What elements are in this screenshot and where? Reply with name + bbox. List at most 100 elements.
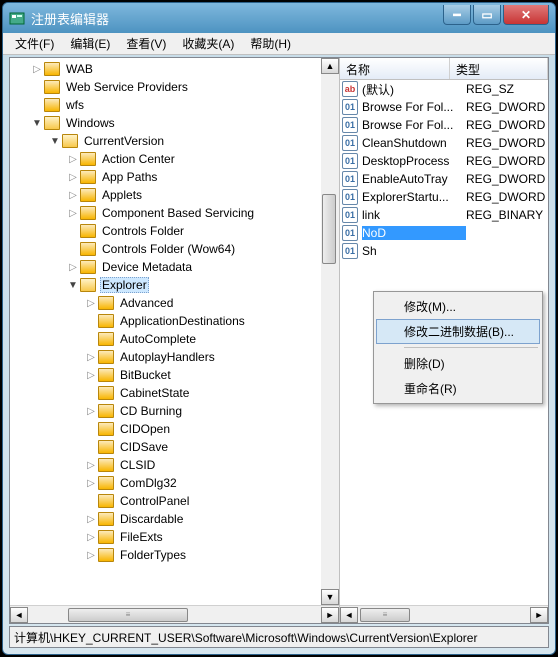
value-name: Browse For Fol... xyxy=(362,118,466,132)
ctx-delete[interactable]: 删除(D) xyxy=(376,351,540,376)
value-row[interactable]: 01DesktopProcessREG_DWORD xyxy=(340,152,548,170)
tree-node[interactable]: ▷Device Metadata xyxy=(12,258,337,276)
tree-node[interactable]: ▷CLSID xyxy=(12,456,337,474)
tree-node[interactable]: ▷Discardable xyxy=(12,510,337,528)
value-name: Browse For Fol... xyxy=(362,100,466,114)
value-row[interactable]: 01CleanShutdownREG_DWORD xyxy=(340,134,548,152)
tree-node[interactable]: ▷App Paths xyxy=(12,168,337,186)
tree-node[interactable]: CIDSave xyxy=(12,438,337,456)
expander-closed-icon[interactable]: ▷ xyxy=(84,550,98,561)
ctx-modify[interactable]: 修改(M)... xyxy=(376,294,540,319)
value-row[interactable]: 01ExplorerStartu...REG_DWORD xyxy=(340,188,548,206)
tree-node[interactable]: wfs xyxy=(12,96,337,114)
expander-closed-icon[interactable]: ▷ xyxy=(84,460,98,471)
expander-closed-icon[interactable]: ▷ xyxy=(84,352,98,363)
expander-open-icon[interactable]: ▼ xyxy=(66,280,80,291)
tree-node[interactable]: ▷AutoplayHandlers xyxy=(12,348,337,366)
expander-closed-icon[interactable]: ▷ xyxy=(66,262,80,273)
tree-node[interactable]: ▷Applets xyxy=(12,186,337,204)
menu-edit[interactable]: 编辑(E) xyxy=(62,33,118,54)
folder-icon xyxy=(80,152,96,166)
expander-closed-icon[interactable]: ▷ xyxy=(84,370,98,381)
tree-node[interactable]: CIDOpen xyxy=(12,420,337,438)
registry-tree[interactable]: ▷WABWeb Service Providers wfs ▼Windows▼Cur… xyxy=(10,58,339,605)
tree-node[interactable]: ▷FolderTypes xyxy=(12,546,337,564)
expander-open-icon[interactable]: ▼ xyxy=(30,118,44,129)
scroll-left-button[interactable]: ◄ xyxy=(10,607,28,623)
tree-node[interactable]: CabinetState xyxy=(12,384,337,402)
tree-node[interactable]: ▼Explorer xyxy=(12,276,337,294)
value-row[interactable]: 01Browse For Fol...REG_DWORD xyxy=(340,98,548,116)
value-name: (默认) xyxy=(362,81,466,98)
binary-value-icon: 01 xyxy=(342,189,358,205)
value-type: REG_DWORD xyxy=(466,100,545,114)
value-row[interactable]: 01EnableAutoTrayREG_DWORD xyxy=(340,170,548,188)
scroll-thumb[interactable]: ≡ xyxy=(68,608,188,622)
scroll-right-button[interactable]: ► xyxy=(321,607,339,623)
list-header: 名称 类型 xyxy=(340,58,548,80)
value-row[interactable]: 01Browse For Fol...REG_DWORD xyxy=(340,116,548,134)
tree-node[interactable]: ▼Windows xyxy=(12,114,337,132)
menu-view[interactable]: 查看(V) xyxy=(118,33,174,54)
ctx-modify-binary[interactable]: 修改二进制数据(B)... xyxy=(376,319,540,344)
header-type[interactable]: 类型 xyxy=(450,58,548,79)
list-hscrollbar[interactable]: ◄ ≡ ► xyxy=(340,605,548,623)
tree-node[interactable]: ▷CD Burning xyxy=(12,402,337,420)
expander-closed-icon[interactable]: ▷ xyxy=(66,190,80,201)
header-name[interactable]: 名称 xyxy=(340,58,450,79)
tree-node[interactable]: ApplicationDestinations xyxy=(12,312,337,330)
value-row[interactable]: ab(默认)REG_SZ xyxy=(340,80,548,98)
minimize-button[interactable]: ━ xyxy=(443,5,471,25)
tree-node[interactable]: ▷Action Center xyxy=(12,150,337,168)
scroll-up-button[interactable]: ▲ xyxy=(321,58,339,74)
tree-node[interactable]: ▷BitBucket xyxy=(12,366,337,384)
folder-icon xyxy=(98,440,114,454)
value-row[interactable]: 01linkREG_BINARY xyxy=(340,206,548,224)
scroll-right-button[interactable]: ► xyxy=(530,607,548,623)
expander-closed-icon[interactable]: ▷ xyxy=(84,298,98,309)
expander-closed-icon[interactable]: ▷ xyxy=(66,172,80,183)
tree-node[interactable]: Controls Folder xyxy=(12,222,337,240)
value-row[interactable]: 01Sh xyxy=(340,242,548,260)
tree-node[interactable]: ▼CurrentVersion xyxy=(12,132,337,150)
tree-node[interactable]: ControlPanel xyxy=(12,492,337,510)
expander-closed-icon[interactable]: ▷ xyxy=(30,64,44,75)
scroll-thumb[interactable]: ≡ xyxy=(360,608,410,622)
tree-label: ApplicationDestinations xyxy=(118,314,247,328)
menu-file[interactable]: 文件(F) xyxy=(7,33,62,54)
ctx-rename[interactable]: 重命名(R) xyxy=(376,376,540,401)
tree-vscrollbar[interactable]: ▲ ▼ xyxy=(321,58,339,605)
tree-node[interactable]: AutoComplete xyxy=(12,330,337,348)
tree-node[interactable]: ▷WAB xyxy=(12,60,337,78)
titlebar[interactable]: 注册表编辑器 ━ ▭ ✕ xyxy=(3,3,555,33)
folder-icon xyxy=(44,80,60,94)
expander-closed-icon[interactable]: ▷ xyxy=(84,478,98,489)
scroll-left-button[interactable]: ◄ xyxy=(340,607,358,623)
folder-icon xyxy=(98,350,114,364)
expander-closed-icon[interactable]: ▷ xyxy=(84,532,98,543)
menu-favorites[interactable]: 收藏夹(A) xyxy=(174,33,242,54)
menu-help[interactable]: 帮助(H) xyxy=(242,33,299,54)
tree-label: ComDlg32 xyxy=(118,476,179,490)
value-row[interactable]: 01NoD xyxy=(340,224,548,242)
expander-closed-icon[interactable]: ▷ xyxy=(84,514,98,525)
maximize-button[interactable]: ▭ xyxy=(473,5,501,25)
folder-icon xyxy=(98,386,114,400)
expander-closed-icon[interactable]: ▷ xyxy=(66,208,80,219)
tree-node[interactable]: Web Service Providers xyxy=(12,78,337,96)
tree-node[interactable]: Controls Folder (Wow64) xyxy=(12,240,337,258)
tree-node[interactable]: ▷Advanced xyxy=(12,294,337,312)
tree-node[interactable]: ▷FileExts xyxy=(12,528,337,546)
expander-open-icon[interactable]: ▼ xyxy=(48,136,62,147)
value-name: Sh xyxy=(362,244,466,258)
expander-closed-icon[interactable]: ▷ xyxy=(84,406,98,417)
tree-node[interactable]: ▷Component Based Servicing xyxy=(12,204,337,222)
tree-label: wfs xyxy=(64,98,86,112)
close-button[interactable]: ✕ xyxy=(503,5,549,25)
expander-closed-icon[interactable]: ▷ xyxy=(66,154,80,165)
scroll-vthumb[interactable] xyxy=(322,194,336,264)
tree-hscrollbar[interactable]: ◄ ≡ ► xyxy=(10,605,339,623)
folder-icon xyxy=(98,512,114,526)
scroll-down-button[interactable]: ▼ xyxy=(321,589,339,605)
tree-node[interactable]: ▷ ComDlg32 xyxy=(12,474,337,492)
